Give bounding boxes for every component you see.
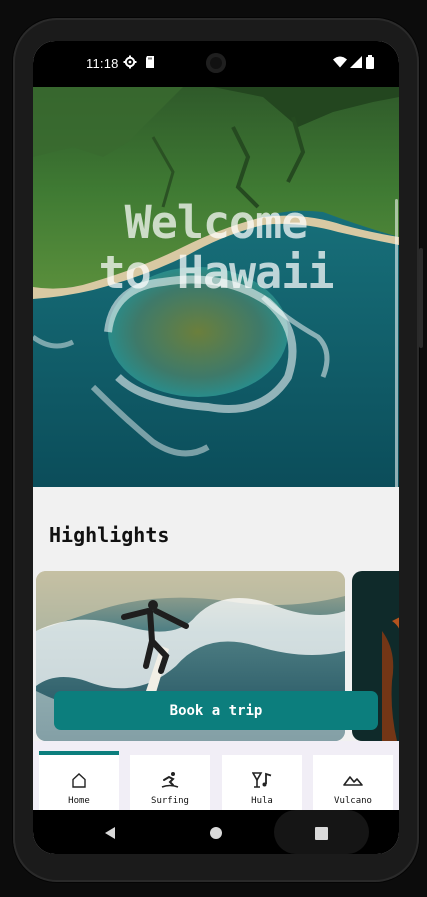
tab-hula-label: Hula (251, 796, 273, 806)
tab-surfing-label: Surfing (151, 796, 189, 806)
signal-icon (349, 55, 363, 69)
status-time: 11:18 (86, 56, 119, 71)
hero-title-line2: to Hawaii (98, 246, 335, 299)
back-icon[interactable] (103, 825, 117, 844)
surfing-icon (161, 771, 179, 789)
app-screen: 11:18 Welcome to Hawaii Highlights Book … (33, 41, 399, 854)
tab-surfing[interactable]: Surfing (130, 755, 210, 810)
tab-vulcano[interactable]: Vulcano (313, 755, 393, 810)
front-camera (206, 53, 226, 73)
recents-icon[interactable] (315, 825, 328, 844)
tab-vulcano-label: Vulcano (334, 796, 372, 806)
gear-icon (123, 55, 137, 69)
hero-image: Welcome to Hawaii (33, 87, 399, 487)
home-icon (72, 771, 86, 789)
home-circle-icon[interactable] (209, 825, 223, 844)
battery-icon (365, 55, 375, 69)
system-navigation-bar (33, 810, 399, 854)
wifi-icon (333, 55, 347, 69)
tab-hula[interactable]: Hula (222, 755, 302, 810)
status-bar: 11:18 (33, 41, 399, 87)
hula-music-icon (252, 771, 272, 789)
book-trip-button[interactable]: Book a trip (54, 691, 378, 730)
tab-home-label: Home (68, 796, 90, 806)
tab-home[interactable]: Home (39, 751, 119, 810)
scrollbar[interactable] (395, 199, 398, 487)
highlights-title: Highlights (49, 523, 170, 547)
hero-title-line1: Welcome (124, 196, 309, 249)
sd-card-icon (143, 55, 157, 69)
bottom-navigation: Home Surfing Hula Vulcano (33, 741, 399, 810)
mountain-icon (343, 771, 363, 789)
